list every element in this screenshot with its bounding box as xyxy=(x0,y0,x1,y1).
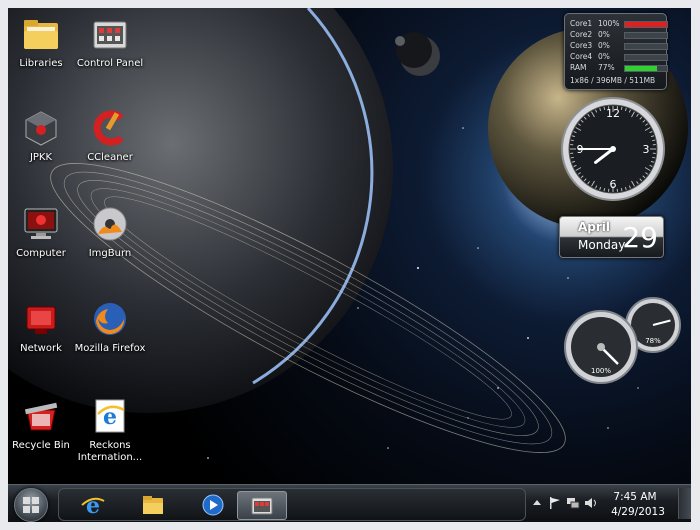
internet-explorer-icon: e xyxy=(90,396,130,436)
memory-gauge-label: 78% xyxy=(645,337,661,345)
calendar-weekday: Monday xyxy=(578,238,626,252)
system-tray: 7:45 AM 4/29/2013 xyxy=(526,488,691,519)
taskbar-control-panel[interactable] xyxy=(237,491,287,520)
desktop-icon-imgburn[interactable]: ImgBurn xyxy=(71,204,149,260)
desktop-icon-label: Recycle Bin xyxy=(12,440,70,451)
clock-numeral-6: 6 xyxy=(610,178,617,191)
cpu-meter-row-bar xyxy=(624,65,668,72)
clock-numeral-3: 3 xyxy=(643,143,650,156)
firefox-icon xyxy=(90,299,130,339)
folder-libraries-icon xyxy=(21,14,61,54)
desktop-icon-control-panel[interactable]: Control Panel xyxy=(71,14,149,70)
volume-icon[interactable] xyxy=(584,496,598,510)
cpu-meter-row-name: Core2 xyxy=(570,30,593,39)
cpu-meter-row-bar xyxy=(624,21,668,28)
start-button[interactable] xyxy=(14,488,48,522)
taskbar-media-player[interactable] xyxy=(189,491,237,518)
desktop-icon-firefox[interactable]: Mozilla Firefox xyxy=(71,299,149,355)
desktop-icon-label: Libraries xyxy=(19,58,63,69)
desktop-icon-recycle-bin[interactable]: Recycle Bin xyxy=(8,396,80,452)
desktop-icon-label: Network xyxy=(20,343,62,354)
show-desktop-button[interactable] xyxy=(678,488,691,519)
cpu-meter-row-name: Core4 xyxy=(570,52,593,61)
clock-gadget[interactable]: 12 3 6 9 xyxy=(560,96,666,202)
cpu-meter-row-value: 0% xyxy=(598,41,610,50)
cpu-meter-row-name: Core1 xyxy=(570,19,593,28)
windows-logo-icon xyxy=(23,497,39,513)
cpu-meter-gadget[interactable]: Core1 100% Core2 0% Core3 0% Core4 0% RAM 77% 1x8… xyxy=(564,13,668,90)
calendar-date: 29 xyxy=(622,221,658,254)
desktop-icon-libraries[interactable]: Libraries xyxy=(8,14,80,70)
desktop-icon-computer[interactable]: Computer xyxy=(8,204,80,260)
cpu-meter-row-value: 77% xyxy=(598,63,615,72)
cpu-meter-row-value: 0% xyxy=(598,30,610,39)
desktop-icon-label: Control Panel xyxy=(76,58,144,69)
imgburn-disc-icon xyxy=(90,204,130,244)
internet-explorer-icon: e xyxy=(81,493,105,517)
desktop-icon-label: Computer xyxy=(16,248,66,259)
desktop-icon-label: Mozilla Firefox xyxy=(74,343,146,354)
desktop-icon-ccleaner[interactable]: CCleaner xyxy=(71,108,149,164)
jpkk-cube-icon xyxy=(21,108,61,148)
cpu-meter-row-name: Core3 xyxy=(570,41,593,50)
memory-readout: 1x86 / 396MB / 511MB xyxy=(570,76,656,85)
cpu-meter-row-bar xyxy=(624,43,668,50)
cpu-memory-gauges-gadget[interactable]: 78% 100% xyxy=(561,295,681,385)
clock-numeral-12: 12 xyxy=(606,107,620,120)
desktop-icon-network[interactable]: Network xyxy=(8,299,80,355)
desktop-icon-label: JPKK xyxy=(29,152,53,163)
taskbar-windows-explorer[interactable] xyxy=(129,491,177,518)
arrow-up-icon[interactable] xyxy=(530,496,544,510)
control-panel-icon xyxy=(90,14,130,54)
desktop-icon-jpkk[interactable]: JPKK xyxy=(8,108,80,164)
calendar-gadget[interactable]: April Monday 29 xyxy=(559,216,664,258)
cpu-meter-row-name: RAM xyxy=(570,63,587,72)
computer-icon xyxy=(21,204,61,244)
desktop-icon-label: ImgBurn xyxy=(88,248,132,259)
cpu-meter-row-bar xyxy=(624,54,668,61)
taskbar-clock-date[interactable]: 4/29/2013 xyxy=(605,506,671,518)
media-player-icon xyxy=(202,494,224,516)
desktop[interactable]: Libraries Control Panel JPKK CCleaner Co… xyxy=(8,8,691,522)
network-icon xyxy=(21,299,61,339)
desktop-icon-label: CCleaner xyxy=(87,152,133,163)
desktop-icon-label: Reckons Internation... xyxy=(77,440,143,463)
svg-text:e: e xyxy=(86,493,100,517)
control-panel-icon xyxy=(251,497,273,515)
folder-icon xyxy=(143,496,163,514)
ccleaner-icon xyxy=(90,108,130,148)
recycle-bin-icon xyxy=(21,396,61,436)
taskbar: e 7:45 AM 4/29/2013 xyxy=(8,484,691,522)
action-center-flag-icon[interactable] xyxy=(548,496,562,510)
cpu-gauge-label: 100% xyxy=(591,367,611,375)
taskbar-internet-explorer[interactable]: e xyxy=(69,491,117,518)
desktop-icon-reckons[interactable]: e Reckons Internation... xyxy=(71,396,149,464)
network-icon[interactable] xyxy=(566,496,580,510)
cpu-meter-row-value: 0% xyxy=(598,52,610,61)
cpu-meter-row-bar xyxy=(624,32,668,39)
calendar-month: April xyxy=(578,220,611,234)
taskbar-buttons: e xyxy=(58,488,526,521)
cpu-meter-row-value: 100% xyxy=(598,19,620,28)
taskbar-clock-time[interactable]: 7:45 AM xyxy=(605,491,665,503)
